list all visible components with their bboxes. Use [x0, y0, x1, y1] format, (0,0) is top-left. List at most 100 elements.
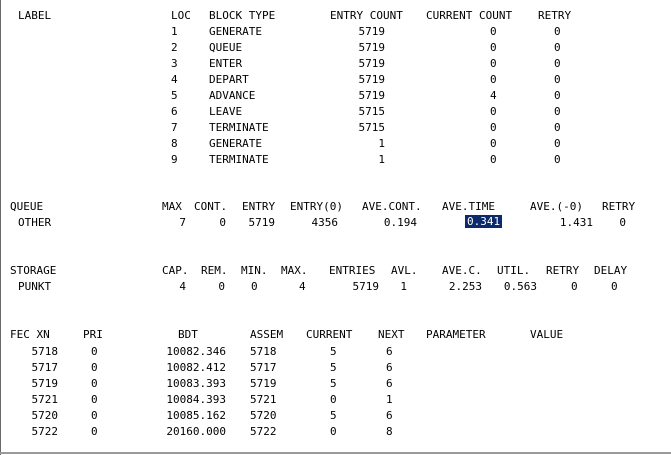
queue-ave-cont: 0.194	[383, 216, 417, 229]
block-type: TERMINATE	[209, 121, 269, 134]
fec-current: 5	[330, 361, 337, 374]
fec-assem: 5720	[250, 409, 277, 422]
block-type: ADVANCE	[209, 89, 256, 102]
block-type: QUEUE	[209, 41, 243, 54]
storage-header-cap: CAP.	[162, 264, 189, 277]
block-current-count: 0	[490, 105, 497, 118]
fec-header-value: VALUE	[530, 328, 564, 341]
storage-header-retry: RETRY	[546, 264, 580, 277]
fec-xn: 5718	[31, 345, 59, 358]
fec-assem: 5718	[250, 345, 277, 358]
block-loc: 7	[171, 121, 178, 134]
fec-next: 8	[386, 425, 393, 438]
queue-entry: 5719	[248, 216, 276, 229]
blocks-header-label: LABEL	[18, 9, 52, 22]
fec-pri: 0	[91, 345, 98, 358]
block-current-count: 0	[490, 73, 497, 86]
block-retry: 0	[554, 73, 561, 86]
storage-avl: 1	[400, 280, 407, 293]
block-entry-count: 5715	[358, 121, 386, 134]
block-current-count: 0	[490, 153, 497, 166]
storage-header-avec: AVE.C.	[442, 264, 482, 277]
block-type: TERMINATE	[209, 153, 269, 166]
block-loc: 9	[171, 153, 178, 166]
fec-bdt: 10082.412	[166, 361, 226, 374]
block-current-count: 4	[490, 89, 497, 102]
fec-pri: 0	[91, 393, 98, 406]
fec-pri: 0	[91, 409, 98, 422]
block-retry: 0	[554, 41, 561, 54]
block-loc: 5	[171, 89, 178, 102]
queue-retry: 0	[619, 216, 626, 229]
fec-bdt: 10084.393	[166, 393, 226, 406]
block-retry: 0	[554, 25, 561, 38]
block-current-count: 0	[490, 25, 497, 38]
fec-assem: 5721	[250, 393, 277, 406]
storage-header-rem: REM.	[201, 264, 228, 277]
fec-next: 6	[386, 361, 393, 374]
queue-ave-time[interactable]: 0.341	[465, 215, 503, 228]
fec-bdt: 10085.162	[166, 409, 226, 422]
block-current-count: 0	[490, 137, 497, 150]
block-entry-count: 5719	[358, 25, 386, 38]
fec-current: 5	[330, 409, 337, 422]
block-entry-count: 5719	[358, 41, 386, 54]
fec-current: 5	[330, 345, 337, 358]
window-bottom-border	[0, 452, 671, 454]
storage-min: 0	[251, 280, 258, 293]
queue-header-ave-nonzero: AVE.(-0)	[530, 200, 583, 213]
queue-header-entry: ENTRY	[242, 200, 276, 213]
block-type: LEAVE	[209, 105, 243, 118]
block-current-count: 0	[490, 57, 497, 70]
fec-next: 6	[386, 345, 393, 358]
storage-retry: 0	[571, 280, 578, 293]
blocks-header-block-type: BLOCK TYPE	[209, 9, 276, 22]
storage-header-min: MIN.	[241, 264, 268, 277]
queue-ave-time-selection[interactable]: 0.341	[465, 215, 503, 229]
queue-max: 7	[179, 216, 186, 229]
block-entry-count: 5719	[358, 73, 386, 86]
block-loc: 4	[171, 73, 178, 86]
storage-header-delay: DELAY	[594, 264, 628, 277]
block-current-count: 0	[490, 41, 497, 54]
blocks-header-current-count: CURRENT COUNT	[426, 9, 513, 22]
fec-pri: 0	[91, 425, 98, 438]
block-entry-count: 1	[378, 153, 385, 166]
block-entry-count: 5719	[358, 89, 386, 102]
storage-name: PUNKT	[18, 280, 52, 293]
fec-bdt: 20160.000	[166, 425, 226, 438]
block-type: GENERATE	[209, 137, 262, 150]
block-type: GENERATE	[209, 25, 262, 38]
block-loc: 3	[171, 57, 178, 70]
storage-max: 4	[299, 280, 306, 293]
storage-header-entries: ENTRIES	[329, 264, 376, 277]
blocks-header-entry-count: ENTRY COUNT	[330, 9, 403, 22]
fec-assem: 5722	[250, 425, 277, 438]
queue-header-ave-cont: AVE.CONT.	[362, 200, 422, 213]
block-retry: 0	[554, 153, 561, 166]
block-loc: 8	[171, 137, 178, 150]
queue-cont: 0	[219, 216, 226, 229]
queue-header-entry0: ENTRY(0)	[290, 200, 343, 213]
fec-header-current: CURRENT	[306, 328, 353, 341]
fec-pri: 0	[91, 361, 98, 374]
fec-xn: 5719	[31, 377, 59, 390]
queue-header-retry: RETRY	[602, 200, 636, 213]
fec-xn: 5721	[31, 393, 59, 406]
storage-rem: 0	[218, 280, 225, 293]
storage-header-util: UTIL.	[497, 264, 531, 277]
fec-header-next: NEXT	[378, 328, 405, 341]
fec-xn: 5717	[31, 361, 59, 374]
block-entry-count: 1	[378, 137, 385, 150]
fec-next: 1	[386, 393, 393, 406]
queue-header-ave-time: AVE.TIME	[442, 200, 495, 213]
fec-bdt: 10083.393	[166, 377, 226, 390]
fec-xn: 5722	[31, 425, 59, 438]
queue-header-max: MAX	[162, 200, 182, 213]
storage-cap: 4	[179, 280, 186, 293]
fec-xn: 5720	[31, 409, 59, 422]
fec-assem: 5719	[250, 377, 277, 390]
blocks-header-loc: LOC	[171, 9, 191, 22]
block-retry: 0	[554, 137, 561, 150]
fec-header-parameter: PARAMETER	[426, 328, 486, 341]
